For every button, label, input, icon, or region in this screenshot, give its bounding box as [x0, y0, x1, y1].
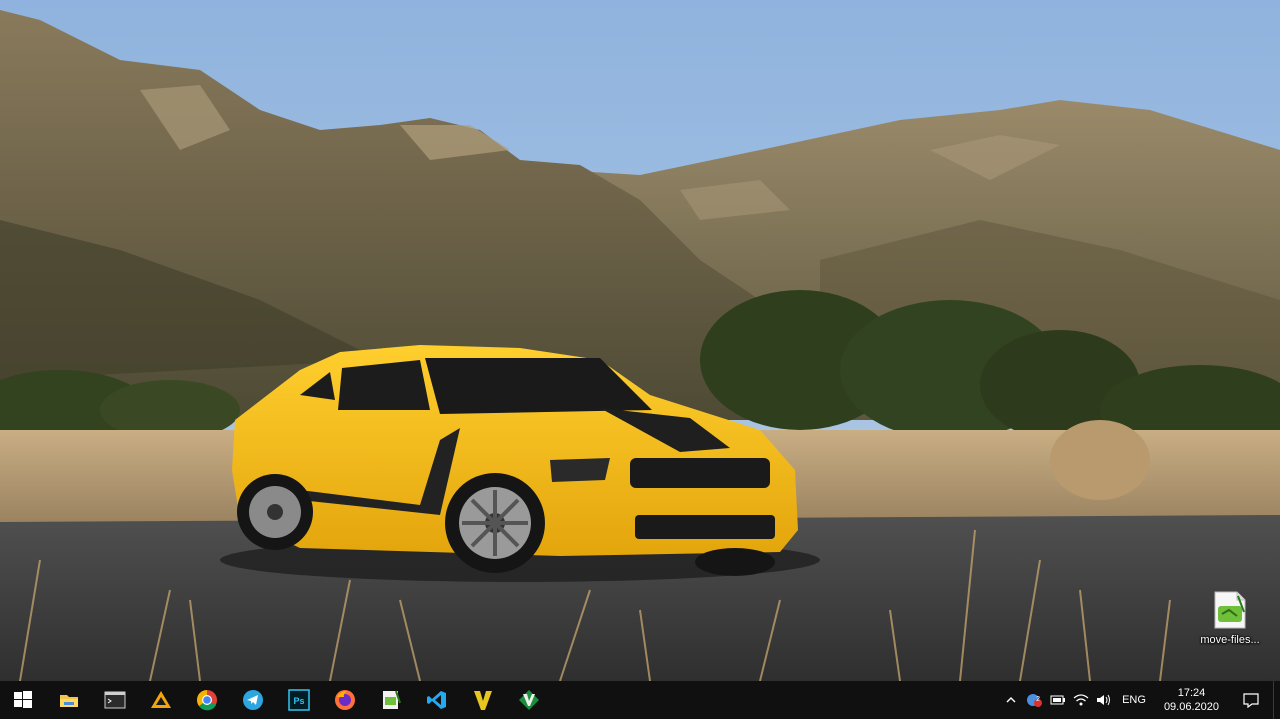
terminal-icon: [104, 691, 126, 709]
clock[interactable]: 17:24 09.06.2020: [1154, 681, 1229, 719]
tray-volume[interactable]: [1092, 681, 1114, 719]
wifi-icon: [1073, 694, 1089, 706]
telegram-icon: [243, 690, 263, 710]
taskbar-terminal[interactable]: [92, 681, 138, 719]
script-file-icon: [1214, 591, 1246, 629]
taskbar-gvim[interactable]: [506, 681, 552, 719]
start-button[interactable]: [0, 681, 46, 719]
taskbar-chrome[interactable]: [184, 681, 230, 719]
vscode-icon: [427, 691, 446, 709]
svg-text:Ps: Ps: [293, 696, 304, 706]
tray-app-notification[interactable]: 2: [1022, 681, 1046, 719]
action-center-button[interactable]: [1229, 681, 1273, 719]
taskbar-photoshop[interactable]: Ps: [276, 681, 322, 719]
taskbar-notepad[interactable]: [368, 681, 414, 719]
taskbar-vscode[interactable]: [414, 681, 460, 719]
orange-triangle-icon: [151, 691, 171, 708]
taskbar-v-app[interactable]: [460, 681, 506, 719]
windows-logo-icon: [14, 691, 32, 708]
vim-icon: [519, 690, 539, 710]
taskbar-file-explorer[interactable]: [46, 681, 92, 719]
tray-badge-count: 2: [1036, 696, 1040, 703]
taskbar: Ps 2 ENG 17:24 09.06.2020: [0, 681, 1280, 719]
tray-overflow-button[interactable]: [1000, 681, 1022, 719]
photoshop-icon: Ps: [288, 689, 310, 711]
system-tray: 2 ENG 17:24 09.06.2020: [1000, 681, 1280, 719]
clock-time: 17:24: [1177, 687, 1206, 699]
folder-icon: [60, 695, 78, 707]
speaker-icon: [1097, 694, 1111, 706]
desktop-wallpaper: [0, 0, 1280, 681]
chevron-up-icon: [1006, 697, 1016, 703]
taskbar-firefox[interactable]: [322, 681, 368, 719]
v-icon: [474, 691, 492, 710]
chrome-icon: [197, 690, 217, 711]
notepad-icon: [383, 690, 401, 709]
tray-battery[interactable]: [1046, 681, 1070, 719]
firefox-icon: [335, 690, 355, 710]
desktop-file-shortcut[interactable]: move-files...: [1194, 590, 1266, 656]
clock-date: 09.06.2020: [1163, 701, 1219, 713]
battery-icon: [1050, 695, 1066, 705]
taskbar-telegram[interactable]: [230, 681, 276, 719]
language-indicator[interactable]: ENG: [1114, 681, 1154, 719]
notification-icon: [1243, 693, 1259, 708]
tray-network[interactable]: [1070, 681, 1092, 719]
taskbar-orange-app[interactable]: [138, 681, 184, 719]
show-desktop-button[interactable]: [1273, 681, 1280, 719]
file-label: move-files...: [1200, 634, 1260, 646]
